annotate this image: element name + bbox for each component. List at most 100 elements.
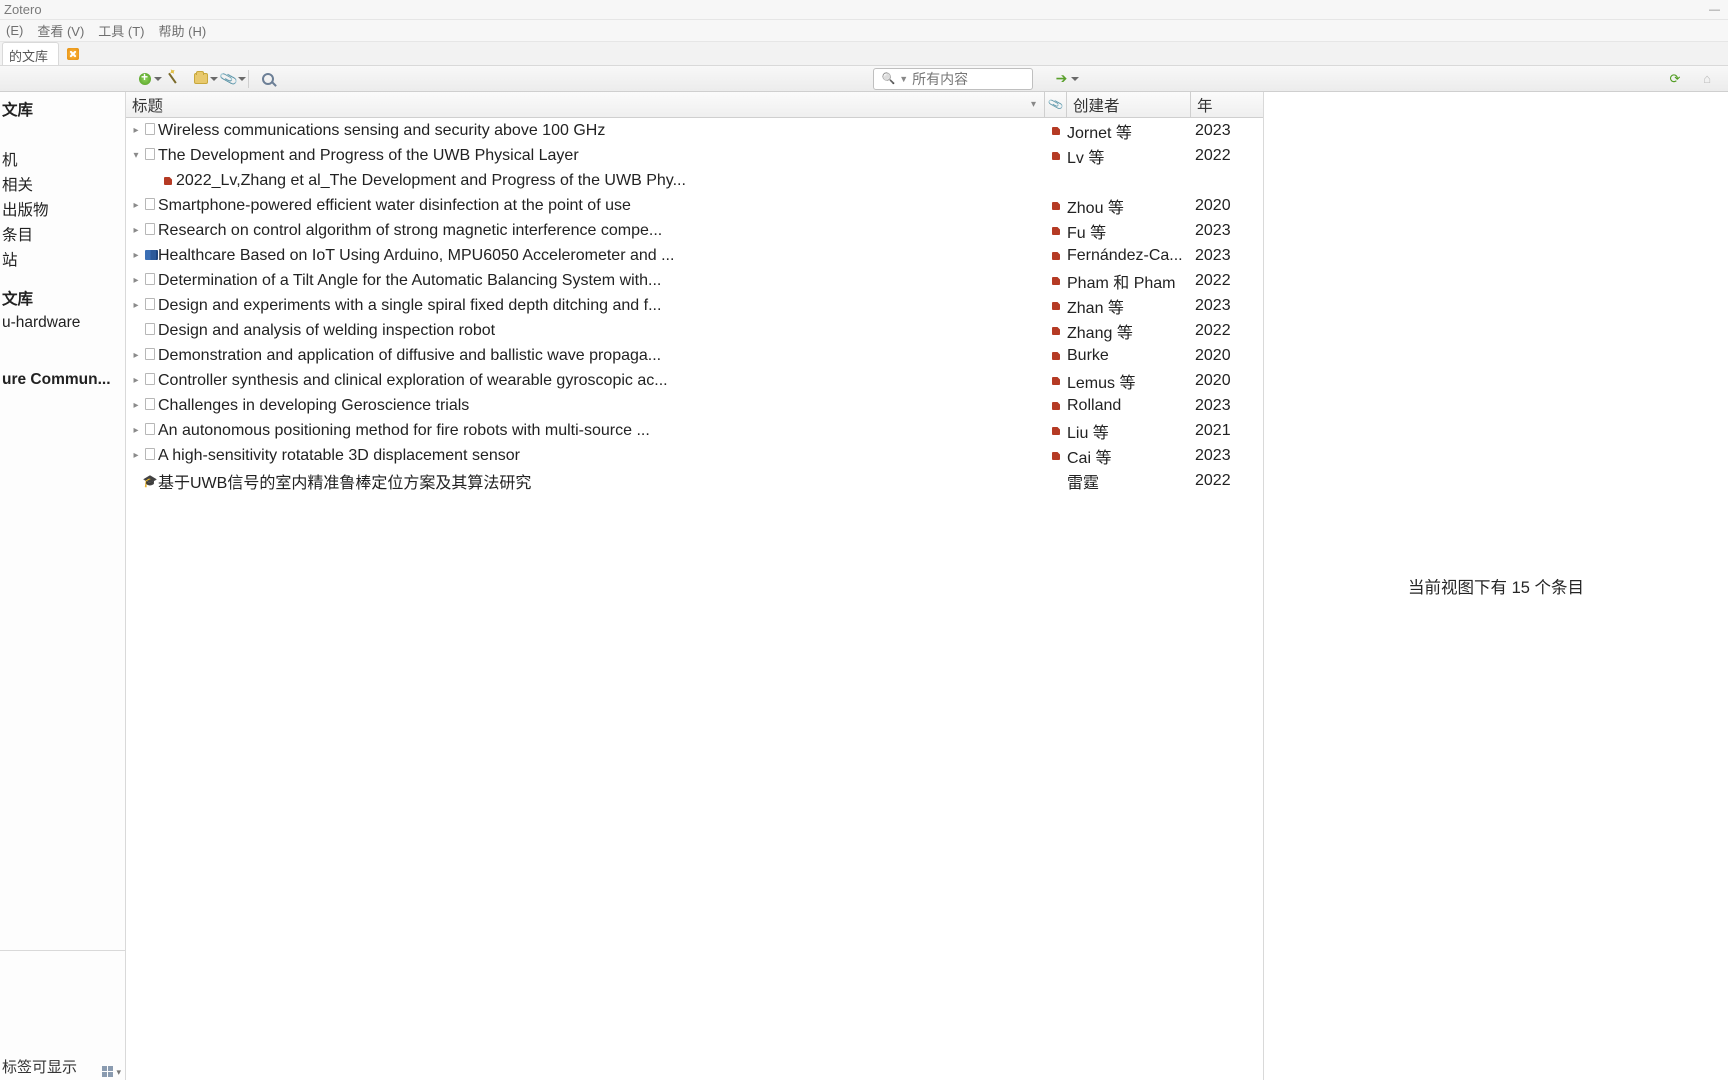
twisty-icon[interactable]: ▾ (130, 150, 142, 161)
items-list[interactable]: ▸Wireless communications sensing and sec… (126, 118, 1263, 1080)
arrow-right-icon: ➔ (1056, 70, 1068, 87)
collection-item[interactable]: 站 (0, 246, 125, 271)
item-title: 2022_Lv,Zhang et al_The Development and … (176, 172, 1045, 190)
document-icon (142, 348, 158, 363)
collection-item[interactable]: u-hardware (0, 310, 125, 335)
item-row[interactable]: ▸Research on control algorithm of strong… (126, 218, 1263, 243)
tag-menu-caret[interactable]: ▾ (116, 1067, 121, 1078)
twisty-icon[interactable]: ▸ (130, 375, 142, 386)
twisty-icon[interactable]: ▸ (130, 275, 142, 286)
collection-item[interactable]: 文库 (0, 96, 125, 121)
column-year[interactable]: 年 (1191, 92, 1263, 117)
items-pane: 标题 ▾ 📎 创建者 年 ▸Wireless communications se… (126, 92, 1264, 1080)
item-row[interactable]: ▸An autonomous positioning method for fi… (126, 418, 1263, 443)
item-year: 2023 (1191, 447, 1263, 465)
sync-button[interactable]: ⟳ (1666, 70, 1684, 88)
collection-item[interactable]: ure Commun... (0, 367, 125, 392)
tab-add-button[interactable] (61, 42, 85, 65)
item-row[interactable]: ▸Demonstration and application of diffus… (126, 343, 1263, 368)
item-row[interactable]: ▸Design and experiments with a single sp… (126, 293, 1263, 318)
item-year: 2023 (1191, 222, 1263, 240)
pdf-icon (160, 174, 176, 188)
attachment-indicator (1045, 247, 1067, 265)
twisty-icon[interactable]: ▸ (130, 200, 142, 211)
item-row[interactable]: 🎓基于UWB信号的室内精准鲁棒定位方案及其算法研究雷霆2022 (126, 468, 1263, 493)
collections-tree[interactable]: 文库机相关出版物条目站文库u-hardwareure Commun... (0, 92, 125, 950)
item-row[interactable]: ▾The Development and Progress of the UWB… (126, 143, 1263, 168)
item-creator: Fu 等 (1067, 219, 1191, 243)
new-item-button[interactable] (136, 70, 154, 88)
add-by-identifier-button[interactable] (164, 70, 182, 88)
item-creator: Zhang 等 (1067, 319, 1191, 343)
menu-edit[interactable]: (E) (6, 23, 23, 38)
item-row[interactable]: ▸Healthcare Based on IoT Using Arduino, … (126, 243, 1263, 268)
pdf-icon (1052, 402, 1060, 410)
search-box[interactable]: ▼ 所有内容 (873, 68, 1033, 90)
tab-library[interactable]: 的文库 (2, 42, 59, 65)
pdf-icon (1052, 277, 1060, 285)
document-icon (142, 323, 158, 338)
item-year: 2023 (1191, 247, 1263, 265)
document-icon (142, 123, 158, 138)
collection-item[interactable]: 相关 (0, 171, 125, 196)
column-attachment[interactable]: 📎 (1045, 92, 1067, 117)
menu-view[interactable]: 查看 (V) (37, 21, 84, 40)
twisty-icon[interactable]: ▸ (130, 450, 142, 461)
item-row[interactable]: ▸Smartphone-powered efficient water disi… (126, 193, 1263, 218)
column-creator[interactable]: 创建者 (1067, 92, 1191, 117)
document-icon (142, 423, 158, 438)
document-icon (142, 448, 158, 463)
item-row[interactable]: ▸Challenges in developing Geroscience tr… (126, 393, 1263, 418)
item-creator: Rolland (1067, 397, 1191, 415)
minimize-button[interactable]: — (1709, 4, 1720, 16)
item-count-status: 当前视图下有 15 个条目 (1408, 574, 1584, 598)
search-scope[interactable]: ▼ 所有内容 (878, 69, 973, 89)
attachment-row[interactable]: 2022_Lv,Zhang et al_The Development and … (126, 168, 1263, 193)
locate-button[interactable]: ➔ (1053, 70, 1071, 88)
collections-pane: 文库机相关出版物条目站文库u-hardwareure Commun... 标签可… (0, 92, 126, 1080)
twisty-icon[interactable]: ▸ (130, 125, 142, 136)
twisty-icon[interactable]: ▸ (130, 425, 142, 436)
item-year: 2021 (1191, 422, 1263, 440)
twisty-icon[interactable]: ▸ (130, 350, 142, 361)
collection-item[interactable]: 机 (0, 146, 125, 171)
org-button[interactable]: ⌂ (1698, 70, 1716, 88)
document-icon (142, 398, 158, 413)
item-title: Design and analysis of welding inspectio… (158, 322, 1045, 340)
collection-item[interactable]: 出版物 (0, 196, 125, 221)
pdf-icon (1052, 302, 1060, 310)
item-row[interactable]: ▸ A high-sensitivity rotatable 3D displac… (126, 443, 1263, 468)
advanced-search-button[interactable] (259, 70, 277, 88)
tag-selector: 标签可显示 ▾ (0, 950, 125, 1080)
attach-button[interactable]: 📎 (220, 70, 238, 88)
window-title: Zotero (4, 2, 42, 17)
sort-indicator-icon: ▾ (1031, 99, 1036, 110)
item-row[interactable]: ▸Wireless communications sensing and sec… (126, 118, 1263, 143)
magnifier-icon (262, 73, 274, 85)
twisty-icon[interactable]: ▸ (130, 250, 142, 261)
tag-view-icon[interactable] (102, 1066, 114, 1078)
toolbar-separator (248, 70, 249, 88)
collection-item[interactable]: 文库 (0, 285, 125, 310)
menu-tools[interactable]: 工具 (T) (98, 21, 144, 40)
toolbar: 📎 ▼ 所有内容 ➔ ⟳ ⌂ (0, 66, 1728, 92)
twisty-icon[interactable]: ▸ (130, 225, 142, 236)
item-year: 2023 (1191, 297, 1263, 315)
attachment-indicator (1045, 197, 1067, 215)
item-creator: Jornet 等 (1067, 119, 1191, 143)
attachment-indicator (1045, 147, 1067, 165)
item-row[interactable]: ▸Determination of a Tilt Angle for the A… (126, 268, 1263, 293)
item-title: A high-sensitivity rotatable 3D displace… (158, 447, 1045, 465)
twisty-icon[interactable]: ▸ (130, 400, 142, 411)
twisty-icon[interactable]: ▸ (130, 300, 142, 311)
item-row[interactable]: Design and analysis of welding inspectio… (126, 318, 1263, 343)
workspace: 文库机相关出版物条目站文库u-hardwareure Commun... 标签可… (0, 92, 1728, 1080)
new-collection-button[interactable] (192, 70, 210, 88)
attachment-indicator (1045, 272, 1067, 290)
column-title[interactable]: 标题 ▾ (126, 92, 1045, 117)
collection-item[interactable]: 条目 (0, 221, 125, 246)
menu-help[interactable]: 帮助 (H) (159, 21, 207, 40)
collection-item[interactable] (0, 121, 125, 146)
attachment-indicator (1045, 422, 1067, 440)
item-row[interactable]: ▸Controller synthesis and clinical explo… (126, 368, 1263, 393)
